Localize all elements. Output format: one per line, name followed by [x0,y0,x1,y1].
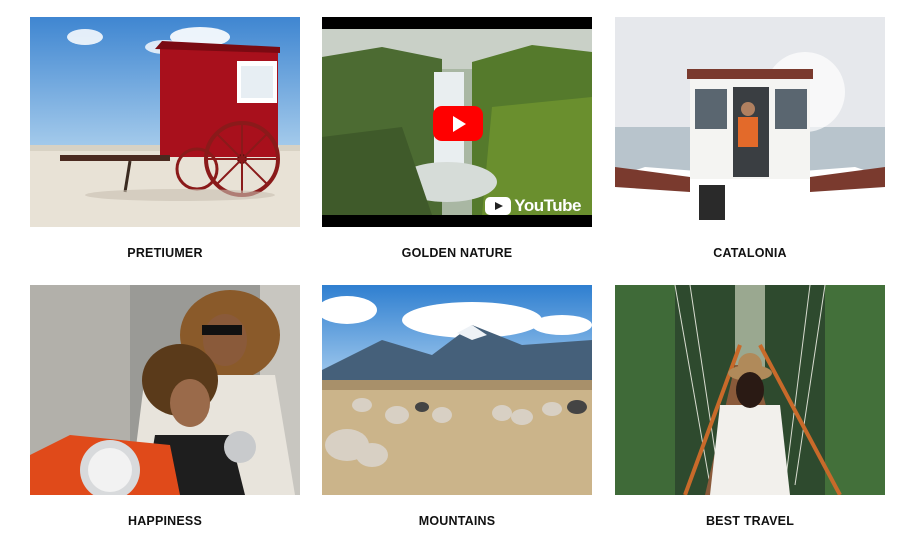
family-photo [30,285,300,495]
gallery-card-pretiumer: PRETIUMER [30,17,300,261]
gallery-caption[interactable]: CATALONIA [615,245,885,261]
gallery-title-link[interactable]: MOUNTAINS [419,514,496,528]
gallery-title-link[interactable]: PRETIUMER [127,246,202,260]
youtube-icon [485,197,512,215]
youtube-logo[interactable]: YouTube [485,196,581,216]
bridge-photo [615,285,885,495]
gallery-caption[interactable]: BEST TRAVEL [615,513,885,529]
gallery-caption[interactable]: GOLDEN NATURE [322,245,592,261]
gallery-card-catalonia: CATALONIA [615,17,885,261]
gallery-card-best-travel: BEST TRAVEL [615,285,885,529]
gallery-title-link[interactable]: CATALONIA [713,246,787,260]
gallery-grid: PRETIUMER YouTube GOLDEN NATURE CATALONI… [0,0,903,543]
gallery-card-golden-nature: YouTube GOLDEN NATURE [322,17,592,261]
gallery-card-happiness: HAPPINESS [30,285,300,529]
youtube-label: YouTube [514,196,581,215]
gallery-image-sheep-mountains[interactable] [322,285,592,495]
gallery-image-beach-cart[interactable] [30,17,300,227]
play-button[interactable] [433,106,483,141]
boat-photo [615,17,885,227]
gallery-title-link[interactable]: BEST TRAVEL [706,514,794,528]
gallery-title-link[interactable]: GOLDEN NATURE [402,246,513,260]
gallery-caption[interactable]: PRETIUMER [30,245,300,261]
video-thumbnail[interactable]: YouTube [322,17,592,227]
gallery-title-link[interactable]: HAPPINESS [128,514,202,528]
gallery-image-family-scooter[interactable] [30,285,300,495]
mountains-photo [322,285,592,495]
gallery-image-rope-bridge[interactable] [615,285,885,495]
gallery-image-boat[interactable] [615,17,885,227]
gallery-caption[interactable]: HAPPINESS [30,513,300,529]
beach-cart-photo [30,17,300,227]
gallery-caption[interactable]: MOUNTAINS [322,513,592,529]
gallery-card-mountains: MOUNTAINS [322,285,592,529]
